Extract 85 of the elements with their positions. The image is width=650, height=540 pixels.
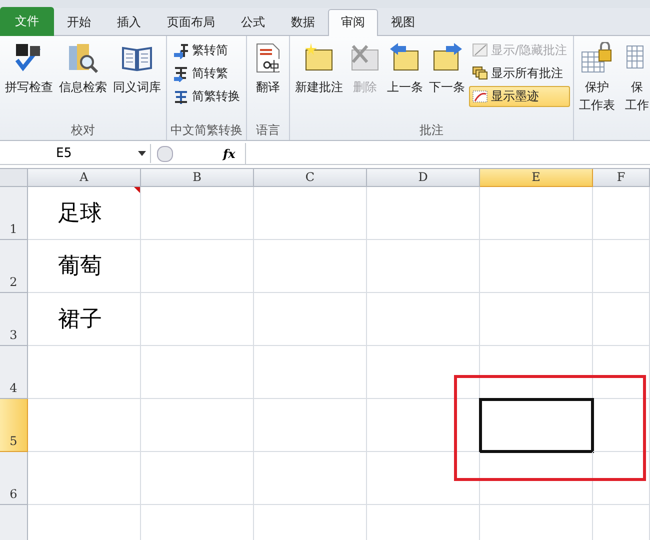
- table-cell[interactable]: [28, 452, 141, 505]
- group-label: 语言: [255, 122, 281, 139]
- table-cell[interactable]: [254, 187, 367, 240]
- ribbon-small-button[interactable]: 简繁转换: [170, 86, 243, 107]
- table-cell[interactable]: [254, 399, 367, 452]
- table-cell[interactable]: [141, 240, 254, 293]
- ribbon-button[interactable]: 翻译: [250, 40, 286, 122]
- table-cell[interactable]: [593, 399, 650, 452]
- table-cell[interactable]: [28, 399, 141, 452]
- ribbon-tab[interactable]: 审阅: [328, 9, 378, 36]
- ribbon-small-button[interactable]: 显示墨迹: [469, 86, 570, 107]
- ribbon-small-button[interactable]: 显示所有批注: [469, 63, 570, 84]
- column-header[interactable]: B: [141, 169, 254, 187]
- row-header[interactable]: 1: [0, 187, 28, 240]
- column-header[interactable]: F: [593, 169, 650, 187]
- table-cell[interactable]: [28, 346, 141, 399]
- ribbon-button[interactable]: 拼写检查: [3, 40, 55, 122]
- table-cell[interactable]: [254, 452, 367, 505]
- column-header[interactable]: E: [480, 169, 593, 187]
- table-cell[interactable]: [480, 240, 593, 293]
- traditional-char-icon: [173, 66, 189, 82]
- table-cell[interactable]: [367, 187, 480, 240]
- ribbon-small-button[interactable]: 简转繁: [170, 63, 243, 84]
- active-cell[interactable]: [480, 399, 593, 452]
- table-cell[interactable]: 裙子: [28, 293, 141, 346]
- table-cell[interactable]: [367, 293, 480, 346]
- table-cell[interactable]: [367, 452, 480, 505]
- group-label: 校对: [70, 122, 96, 139]
- table-cell[interactable]: [593, 452, 650, 505]
- table-cell[interactable]: [141, 399, 254, 452]
- table-cell[interactable]: [593, 346, 650, 399]
- ribbon-tab[interactable]: 开始: [54, 9, 104, 36]
- dropdown-caret-icon: [138, 151, 146, 156]
- table-cell[interactable]: [480, 452, 593, 505]
- ribbon-button[interactable]: 下一条: [427, 40, 467, 122]
- table-cell[interactable]: [367, 240, 480, 293]
- name-box[interactable]: E5: [0, 144, 151, 163]
- table-cell[interactable]: 足球: [28, 187, 141, 240]
- ribbon-button[interactable]: 保护 工作表: [577, 40, 618, 122]
- sheet-lock-icon: [581, 42, 614, 74]
- table-cell[interactable]: [480, 187, 593, 240]
- table-cell[interactable]: [593, 187, 650, 240]
- table-cell[interactable]: [367, 346, 480, 399]
- table-cell[interactable]: [141, 346, 254, 399]
- row-header[interactable]: 4: [0, 346, 28, 399]
- column-header[interactable]: C: [254, 169, 367, 187]
- table-cell[interactable]: [480, 293, 593, 346]
- table-cell[interactable]: [254, 346, 367, 399]
- table-cell[interactable]: [254, 240, 367, 293]
- splitter-handle[interactable]: [157, 146, 173, 162]
- row-header[interactable]: 6: [0, 452, 28, 505]
- ribbon-small-button[interactable]: 繁转简: [170, 40, 243, 61]
- table-cell[interactable]: [593, 240, 650, 293]
- simplify-char-icon: [173, 42, 189, 58]
- table-cell[interactable]: [141, 293, 254, 346]
- table-cell[interactable]: 葡萄: [28, 240, 141, 293]
- ribbon-button[interactable]: 保 工作: [619, 40, 650, 122]
- file-tab[interactable]: 文件: [0, 7, 54, 36]
- table-cell[interactable]: [593, 293, 650, 346]
- note-toggle-icon: [472, 42, 488, 58]
- table-cell[interactable]: [141, 452, 254, 505]
- group-label: 中文简繁转换: [170, 122, 243, 139]
- table-cell[interactable]: [141, 187, 254, 240]
- ribbon-button[interactable]: 上一条: [385, 40, 425, 122]
- ribbon-tab[interactable]: 插入: [104, 9, 154, 36]
- row-header[interactable]: 3: [0, 293, 28, 346]
- column-header[interactable]: D: [367, 169, 480, 187]
- ribbon-button[interactable]: 信息检索: [57, 40, 109, 122]
- ribbon-tab[interactable]: 页面布局: [154, 9, 228, 36]
- ribbon-button[interactable]: 同义词库: [111, 40, 163, 122]
- row-header[interactable]: 2: [0, 240, 28, 293]
- books-magnifier-icon: [67, 42, 99, 74]
- group-label: 批注: [418, 122, 445, 139]
- convert-char-icon: [173, 88, 189, 104]
- insert-function-button[interactable]: fx: [223, 146, 245, 160]
- table-cell[interactable]: [254, 293, 367, 346]
- select-all-corner[interactable]: [0, 169, 28, 187]
- ink-stroke-icon: [472, 88, 488, 104]
- ribbon-tab[interactable]: 公式: [228, 9, 278, 36]
- column-header[interactable]: A: [28, 169, 141, 187]
- row-header[interactable]: 5: [0, 399, 28, 452]
- ribbon-tab[interactable]: 数据: [278, 9, 328, 36]
- ribbon-tab[interactable]: 视图: [378, 9, 428, 36]
- ribbon-button[interactable]: 新建批注: [293, 40, 345, 122]
- stacked-notes-icon: [472, 66, 488, 82]
